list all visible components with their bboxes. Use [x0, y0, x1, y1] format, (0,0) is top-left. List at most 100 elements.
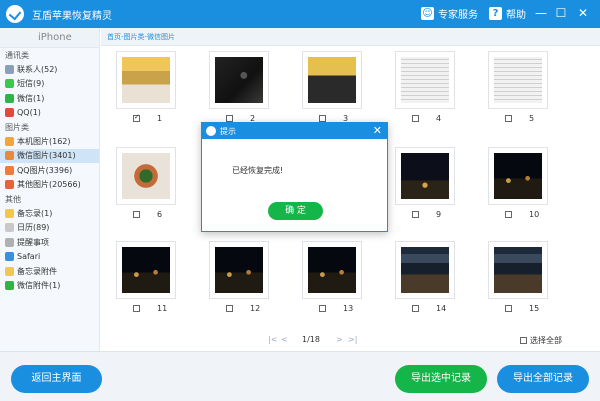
photo-image	[494, 247, 542, 293]
photo-thumbnail[interactable]	[209, 51, 269, 109]
sidebar-item-label: 其他图片(20566)	[17, 180, 81, 190]
title-bar: 互盾苹果恢复精灵 ☺ 专家服务 ? 帮助 — ☐ ✕	[0, 0, 600, 28]
select-all-checkbox[interactable]: 选择全部	[520, 335, 562, 346]
sidebar-item[interactable]: 短信(9)	[0, 77, 99, 92]
photo-number: 1	[157, 114, 163, 123]
prev-page-button[interactable]: <	[281, 335, 288, 344]
photo-item[interactable]: 3	[297, 46, 367, 123]
sidebar-item[interactable]: 联系人(52)	[0, 62, 99, 77]
sidebar-category: 其他	[5, 195, 21, 204]
photo-thumbnail[interactable]	[302, 241, 362, 299]
photo-item[interactable]: 6	[111, 142, 181, 219]
photo-thumbnail[interactable]	[488, 241, 548, 299]
last-page-button[interactable]: >|	[348, 335, 357, 344]
breadcrumb[interactable]: 首页-图片类-微信图片	[101, 28, 600, 46]
photo-checkbox[interactable]	[412, 115, 419, 122]
photo-thumbnail[interactable]	[302, 51, 362, 109]
photo-checkbox[interactable]	[319, 115, 326, 122]
photo-checkbox[interactable]	[133, 113, 140, 122]
sidebar-item-label: QQ(1)	[17, 108, 41, 118]
photo-item[interactable]: 13	[297, 236, 367, 313]
photo-item[interactable]: 2	[204, 46, 274, 123]
photo-number: 9	[436, 210, 442, 219]
photo-checkbox[interactable]	[319, 305, 326, 312]
sidebar-item[interactable]: 微信图片(3401)	[0, 148, 99, 163]
sidebar-item[interactable]: Safari	[0, 250, 99, 265]
photo-checkbox[interactable]	[133, 211, 140, 218]
export-selected-button[interactable]: 导出选中记录	[395, 365, 487, 393]
user-icon: ☺	[421, 7, 434, 20]
select-all-box[interactable]	[520, 337, 527, 344]
help-button[interactable]: ? 帮助	[489, 6, 526, 21]
photo-thumbnail[interactable]	[395, 51, 455, 109]
photo-thumbnail[interactable]	[488, 51, 548, 109]
help-label: 帮助	[506, 10, 526, 21]
photo-item[interactable]: 4	[390, 46, 460, 123]
photo-checkbox[interactable]	[226, 115, 233, 122]
maximize-button[interactable]: ☐	[554, 6, 568, 20]
close-button[interactable]: ✕	[576, 6, 590, 20]
sidebar-item-label: Safari	[17, 252, 41, 262]
expert-service-button[interactable]: ☺ 专家服务	[421, 6, 478, 21]
photo-thumbnail[interactable]	[116, 51, 176, 109]
photo-thumbnail[interactable]	[488, 147, 548, 205]
photo-item[interactable]: 5	[483, 46, 553, 123]
sidebar-item[interactable]: 其他图片(20566)	[0, 178, 99, 193]
photo-item[interactable]: 10	[483, 142, 553, 219]
photo-item[interactable]: 9	[390, 142, 460, 219]
sidebar-item[interactable]: 日历(89)	[0, 221, 99, 236]
dialog-ok-button[interactable]: 确 定	[268, 202, 323, 220]
sidebar-item[interactable]: QQ(1)	[0, 106, 99, 121]
photo-checkbox[interactable]	[133, 305, 140, 312]
photo-item[interactable]: 1	[111, 46, 181, 123]
sidebar-item-label: 微信(1)	[17, 93, 45, 103]
photo-checkbox[interactable]	[505, 305, 512, 312]
sidebar-item[interactable]: 备忘录(1)	[0, 206, 99, 221]
photo-checkbox[interactable]	[505, 211, 512, 218]
next-page-button[interactable]: >	[336, 335, 343, 344]
photo-checkbox[interactable]	[505, 115, 512, 122]
sidebar-item[interactable]: 微信(1)	[0, 91, 99, 106]
photo-thumbnail[interactable]	[395, 147, 455, 205]
photo-item[interactable]: 15	[483, 236, 553, 313]
photo-image	[122, 57, 170, 103]
sidebar-item[interactable]: 本机图片(162)	[0, 134, 99, 149]
app-logo-icon	[6, 5, 24, 23]
photo-item[interactable]: 11	[111, 236, 181, 313]
photo-image	[215, 57, 263, 103]
photo-item[interactable]: 14	[390, 236, 460, 313]
category-icon	[5, 208, 14, 218]
photo-item[interactable]: 12	[204, 236, 274, 313]
photo-checkbox[interactable]	[412, 211, 419, 218]
photo-image	[308, 247, 356, 293]
sidebar-item[interactable]: 提醒事项	[0, 235, 99, 250]
photo-image	[401, 57, 449, 103]
photo-thumbnail[interactable]	[209, 241, 269, 299]
photo-thumbnail[interactable]	[116, 241, 176, 299]
minimize-button[interactable]: —	[534, 6, 548, 20]
category-icon	[5, 151, 14, 161]
sidebar-category: 通讯类	[5, 51, 29, 60]
device-name: iPhone	[0, 28, 99, 48]
sidebar-item[interactable]: 备忘录附件	[0, 264, 99, 279]
export-all-button[interactable]: 导出全部记录	[497, 365, 589, 393]
photo-number: 13	[343, 304, 354, 313]
first-page-button[interactable]: |<	[268, 335, 277, 344]
photo-checkbox[interactable]	[412, 305, 419, 312]
app-title: 互盾苹果恢复精灵	[32, 11, 112, 22]
completion-dialog: 提示 ✕ 已经恢复完成! 确 定	[201, 122, 388, 232]
sidebar-item[interactable]: 微信附件(1)	[0, 279, 99, 294]
photo-thumbnail[interactable]	[395, 241, 455, 299]
back-home-button[interactable]: 返回主界面	[11, 365, 102, 393]
photo-number: 4	[436, 114, 442, 123]
sidebar-item[interactable]: QQ图片(3396)	[0, 163, 99, 178]
page-indicator: 1/18	[302, 335, 320, 344]
photo-number: 15	[529, 304, 540, 313]
photo-thumbnail[interactable]	[116, 147, 176, 205]
sidebar-item-label: 短信(9)	[17, 79, 45, 89]
sidebar: iPhone 通讯类 联系人(52) 短信(9) 微信(1) QQ(1) 图片类 本机图片(…	[0, 28, 100, 351]
dialog-close-icon[interactable]: ✕	[373, 124, 382, 137]
photo-image	[401, 247, 449, 293]
photo-number: 14	[436, 304, 447, 313]
photo-checkbox[interactable]	[226, 305, 233, 312]
